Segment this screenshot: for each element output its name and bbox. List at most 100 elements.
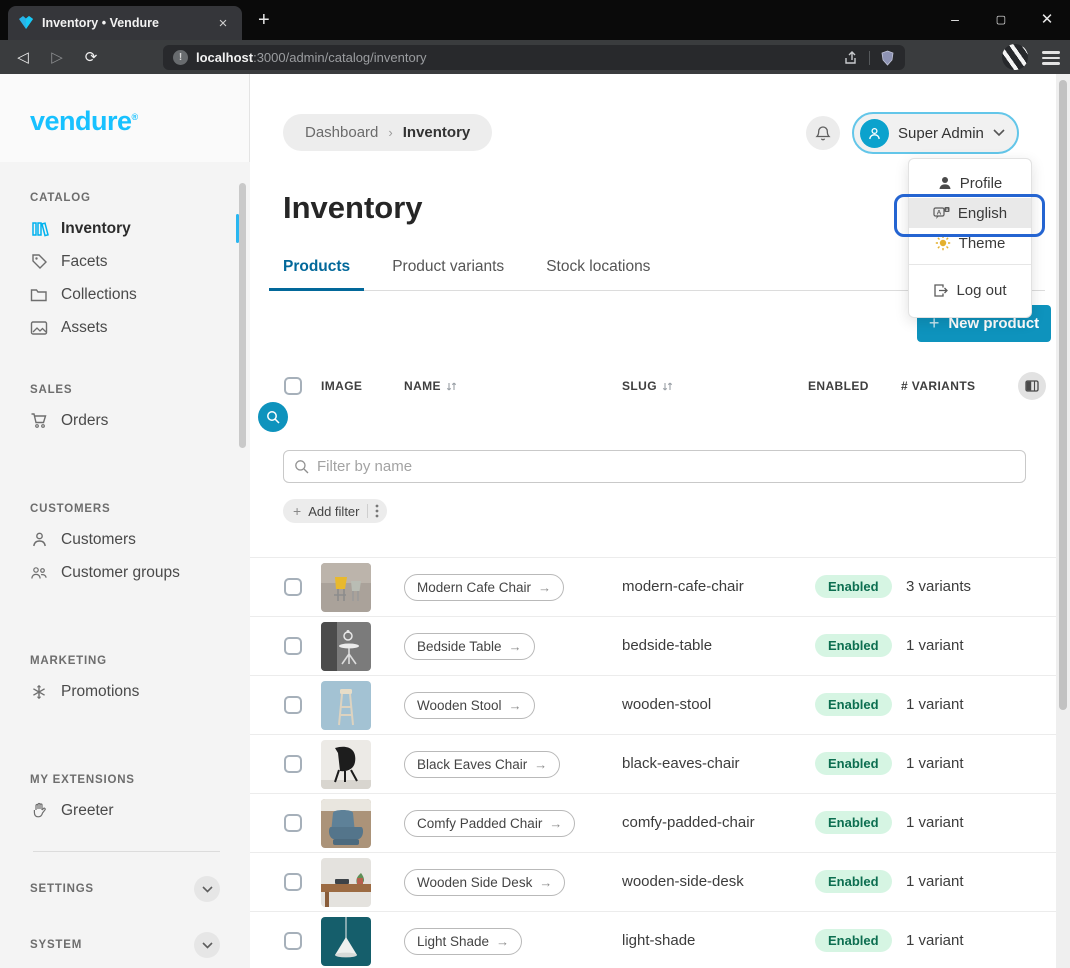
- reload-button[interactable]: ⟳: [74, 48, 108, 66]
- sidebar-item-customers[interactable]: Customers: [0, 523, 250, 556]
- tab-close-icon[interactable]: ×: [214, 15, 232, 32]
- row-checkbox[interactable]: [284, 578, 302, 596]
- sidebar-item-promotions[interactable]: Promotions: [0, 675, 250, 708]
- product-name-link[interactable]: Comfy Padded Chair→: [404, 810, 575, 837]
- variant-count: 1 variant: [906, 932, 964, 949]
- filter-input-wrap: [283, 450, 1026, 483]
- tab-stock-locations[interactable]: Stock locations: [546, 258, 650, 278]
- address-bar[interactable]: ! localhost:3000/admin/catalog/inventory: [163, 45, 905, 70]
- row-checkbox[interactable]: [284, 814, 302, 832]
- arrow-right-icon: →: [509, 698, 522, 713]
- product-slug: black-eaves-chair: [622, 755, 740, 772]
- column-header-name[interactable]: NAME: [404, 379, 457, 393]
- table-row: Comfy Padded Chair→ comfy-padded-chair E…: [250, 793, 1056, 852]
- column-settings-button[interactable]: [1018, 372, 1046, 400]
- cart-icon: [30, 412, 48, 430]
- arrow-right-icon: →: [539, 875, 552, 890]
- window-close-button[interactable]: ✕: [1024, 0, 1070, 38]
- product-name-link[interactable]: Black Eaves Chair→: [404, 751, 560, 778]
- breadcrumb-dashboard[interactable]: Dashboard: [305, 124, 378, 141]
- vendure-logo[interactable]: vendure®: [0, 74, 249, 137]
- sidebar-item-customer-groups[interactable]: Customer groups: [0, 556, 250, 589]
- sidebar-item-inventory[interactable]: Inventory: [0, 212, 250, 245]
- product-name-link[interactable]: Light Shade→: [404, 928, 522, 955]
- sidebar-item-collections[interactable]: Collections: [0, 278, 250, 311]
- person-icon: [30, 531, 48, 549]
- site-info-icon[interactable]: !: [173, 50, 188, 65]
- sidebar-item-assets[interactable]: Assets: [0, 311, 250, 344]
- window-maximize-button[interactable]: ▢: [978, 0, 1024, 38]
- chevron-down-icon[interactable]: [194, 876, 220, 902]
- sidebar: vendure® CATALOG Inventory Facets: [0, 74, 250, 968]
- row-checkbox[interactable]: [284, 873, 302, 891]
- tab-products[interactable]: Products: [283, 258, 350, 278]
- profile-icon: [938, 176, 952, 190]
- tab-product-variants[interactable]: Product variants: [392, 258, 504, 278]
- product-name-link[interactable]: Wooden Stool→: [404, 692, 535, 719]
- language-icon: A a: [933, 206, 950, 221]
- breadcrumb[interactable]: Dashboard › Inventory: [283, 114, 492, 151]
- section-label-customers: CUSTOMERS: [0, 489, 250, 523]
- sidebar-group-settings[interactable]: SETTINGS: [0, 862, 250, 916]
- brave-shield-icon[interactable]: [880, 50, 895, 66]
- comfy-padded-chair-photo: [321, 799, 371, 848]
- sidebar-scrollbar[interactable]: [239, 183, 246, 448]
- search-toggle-button[interactable]: [258, 402, 288, 432]
- table-row: Wooden Side Desk→ wooden-side-desk Enabl…: [250, 852, 1056, 911]
- sidebar-divider: [33, 851, 220, 852]
- column-header-slug[interactable]: SLUG: [622, 379, 673, 393]
- sort-icon[interactable]: [662, 381, 673, 392]
- back-button[interactable]: ◁: [6, 48, 40, 66]
- share-icon[interactable]: [843, 50, 859, 66]
- kebab-menu-icon[interactable]: [375, 504, 379, 518]
- window-minimize-button[interactable]: –: [932, 0, 978, 38]
- menu-item-logout[interactable]: Log out: [909, 273, 1031, 307]
- sidebar-nav: CATALOG Inventory Facets Collections: [0, 162, 250, 968]
- browser-menu-icon[interactable]: [1042, 48, 1060, 68]
- waving-hand-icon: [30, 802, 48, 820]
- variant-count: 3 variants: [906, 578, 971, 595]
- browser-tab[interactable]: Inventory • Vendure ×: [8, 6, 242, 40]
- sort-icon[interactable]: [446, 381, 457, 392]
- add-filter-button[interactable]: + Add filter: [283, 499, 387, 523]
- black-eaves-chair-photo: [321, 740, 371, 789]
- section-label-sales: SALES: [0, 370, 250, 404]
- product-table: Modern Cafe Chair→ modern-cafe-chair Ena…: [250, 557, 1056, 968]
- section-label-marketing: MARKETING: [0, 641, 250, 675]
- filter-input[interactable]: [317, 458, 1015, 475]
- section-label-settings: SETTINGS: [30, 883, 94, 895]
- sidebar-item-label: Facets: [61, 253, 108, 271]
- browser-profile-avatar[interactable]: [1002, 44, 1028, 70]
- tag-icon: [30, 253, 48, 271]
- menu-item-language[interactable]: A a English: [909, 198, 1031, 228]
- row-checkbox[interactable]: [284, 696, 302, 714]
- column-header-variants: # VARIANTS: [901, 379, 975, 393]
- row-checkbox[interactable]: [284, 932, 302, 950]
- notifications-button[interactable]: [806, 116, 840, 150]
- menu-item-profile[interactable]: Profile: [909, 168, 1031, 198]
- select-all-checkbox[interactable]: [284, 377, 302, 395]
- product-name-link[interactable]: Bedside Table→: [404, 633, 535, 660]
- user-menu-button[interactable]: Super Admin: [852, 112, 1019, 154]
- breadcrumb-current: Inventory: [403, 124, 471, 141]
- inventory-icon: [30, 220, 48, 238]
- arrow-right-icon: →: [509, 639, 522, 654]
- product-name-link[interactable]: Wooden Side Desk→: [404, 869, 565, 896]
- row-checkbox[interactable]: [284, 755, 302, 773]
- page-scrollbar[interactable]: [1056, 74, 1070, 968]
- page-scrollbar-thumb[interactable]: [1059, 80, 1067, 710]
- row-checkbox[interactable]: [284, 637, 302, 655]
- chevron-down-icon[interactable]: [194, 932, 220, 958]
- sidebar-group-system[interactable]: SYSTEM: [0, 918, 250, 968]
- sidebar-item-facets[interactable]: Facets: [0, 245, 250, 278]
- product-name-link[interactable]: Modern Cafe Chair→: [404, 574, 564, 601]
- sidebar-item-orders[interactable]: Orders: [0, 404, 250, 437]
- wooden-stool-photo: [321, 681, 371, 730]
- logout-icon: [933, 283, 948, 298]
- menu-item-theme[interactable]: Theme: [909, 228, 1031, 258]
- status-badge: Enabled: [815, 693, 892, 716]
- sidebar-item-greeter[interactable]: Greeter: [0, 794, 250, 827]
- new-tab-button[interactable]: +: [258, 10, 270, 30]
- bedside-table-photo: [321, 622, 371, 671]
- sidebar-item-label: Inventory: [61, 220, 131, 238]
